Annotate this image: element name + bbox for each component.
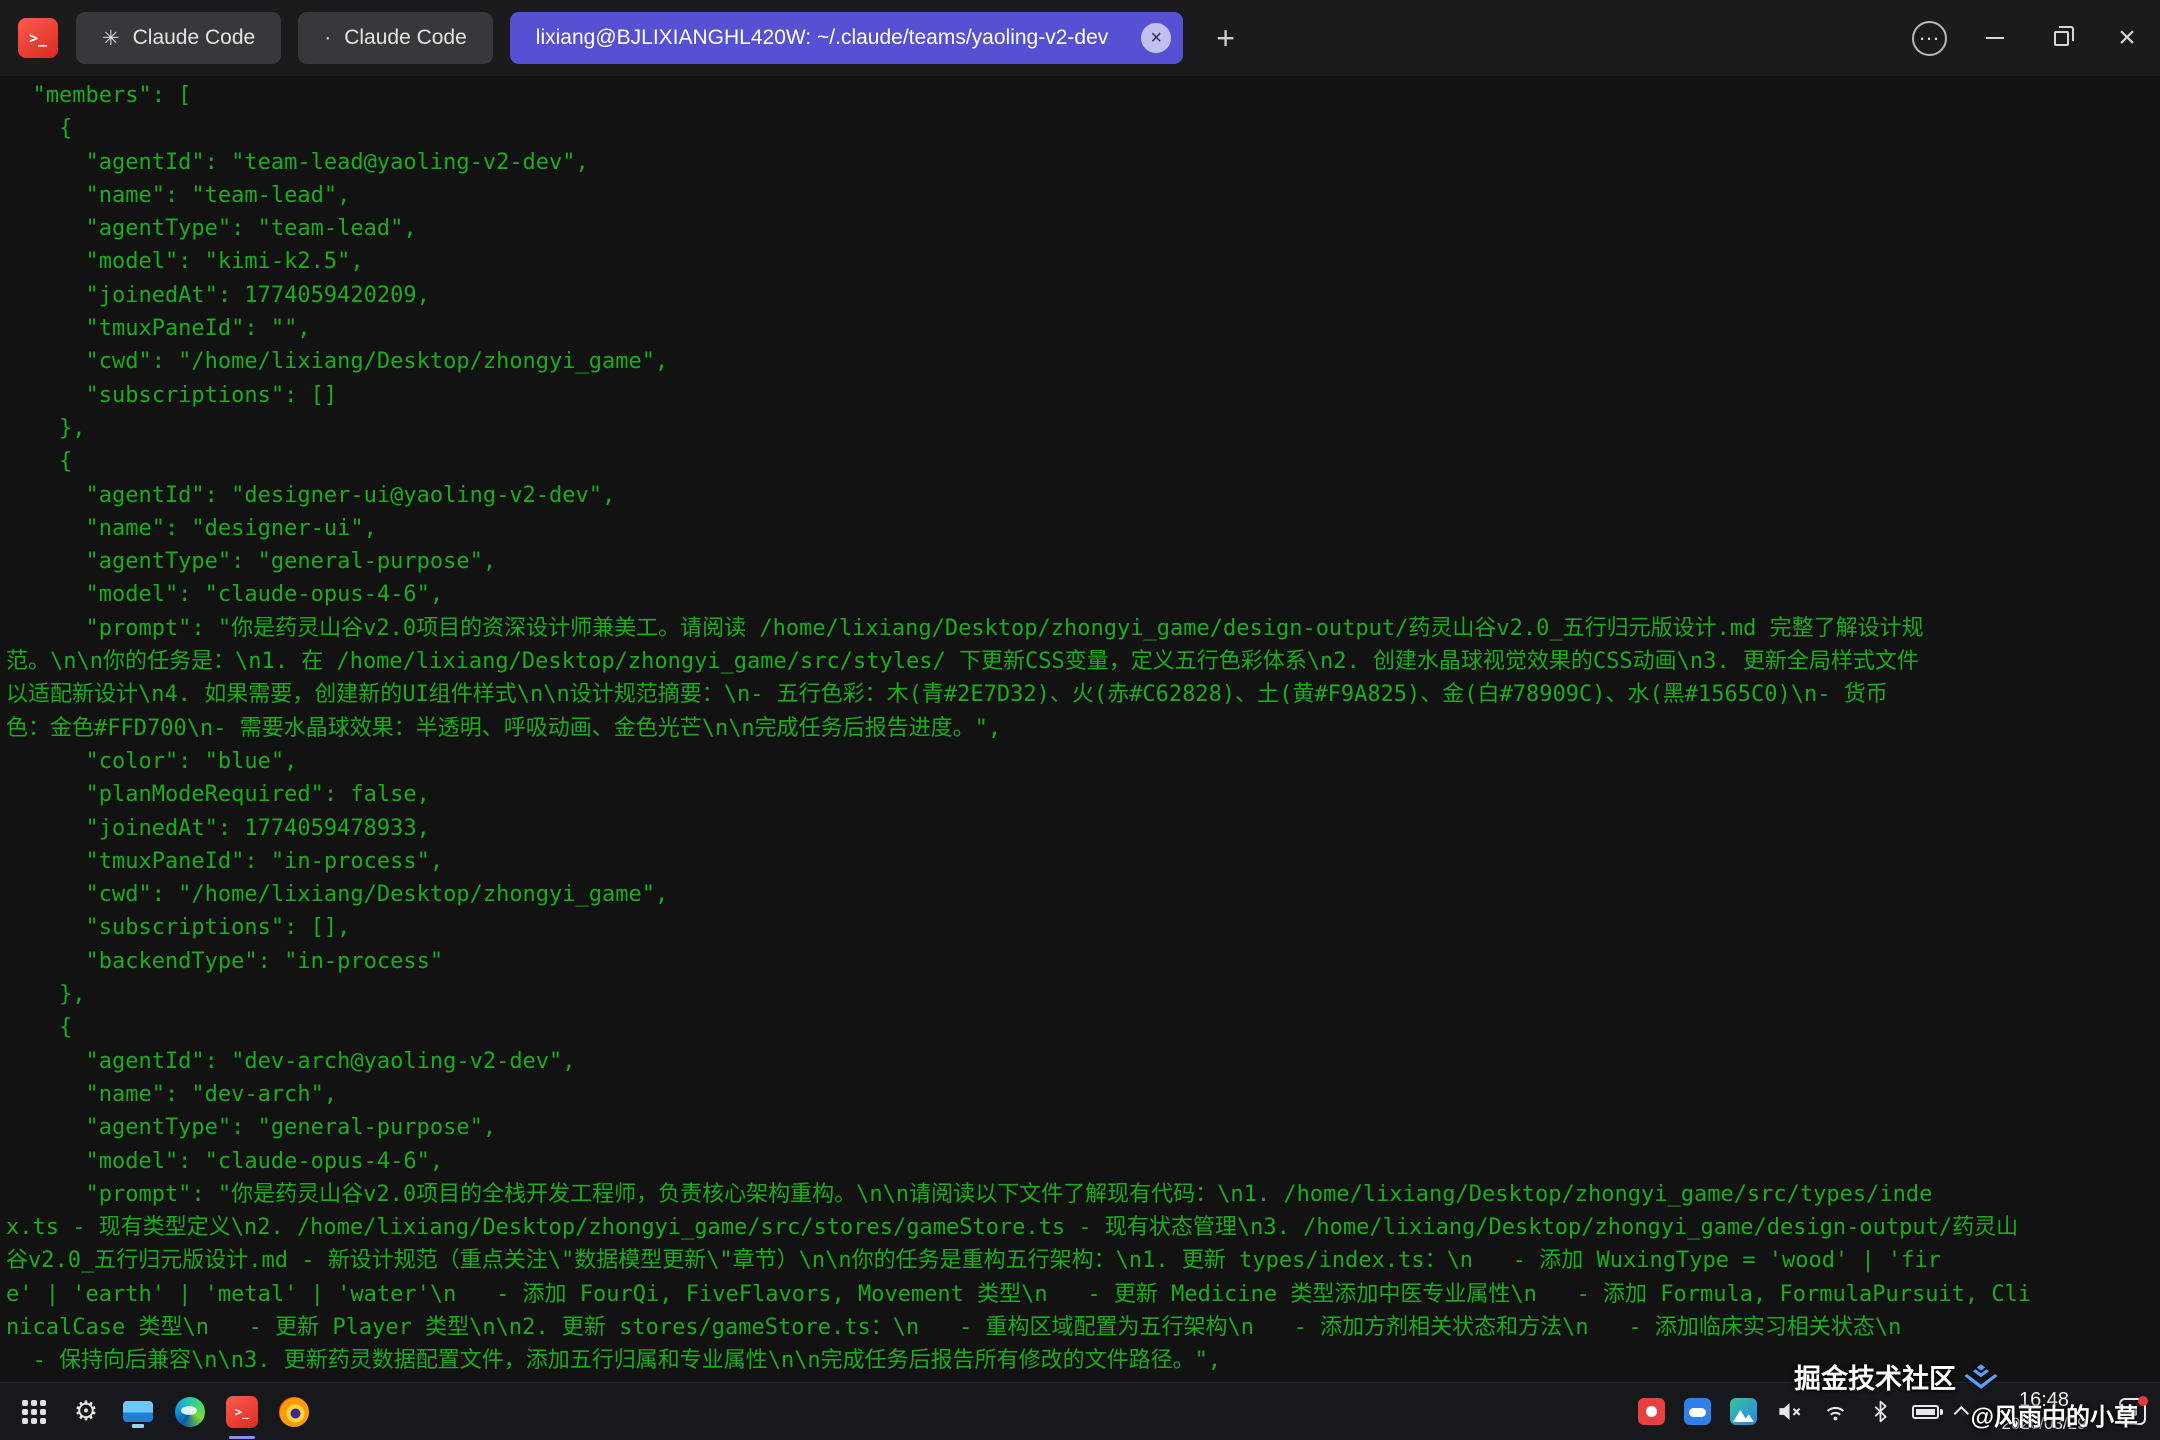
bluetooth-icon[interactable]	[1868, 1399, 1893, 1424]
terminal-line: "prompt": "你是药灵山谷v2.0项目的全栈开发工程师，负责核心架构重构…	[6, 1178, 2160, 1211]
terminal-line: x.ts - 现有类型定义\n2. /home/lixiang/Desktop/…	[6, 1211, 2160, 1244]
file-explorer-button[interactable]	[112, 1383, 164, 1440]
minimize-button[interactable]	[1962, 0, 2028, 76]
terminal-line: "subscriptions": [],	[6, 911, 2160, 944]
busy-asterisk-icon: ✳	[102, 26, 120, 51]
window-controls: … ×	[1896, 0, 2160, 76]
edge-browser-button[interactable]	[164, 1383, 216, 1440]
tab-ssh-session-active[interactable]: lixiang@BJLIXIANGHL420W: ~/.claude/teams…	[510, 12, 1183, 64]
taskbar-clock[interactable]: 16:48 2026/03/29	[1988, 1388, 2100, 1434]
terminal-app-icon: >_	[226, 1396, 258, 1428]
settings-button[interactable]: ⚙	[60, 1383, 112, 1440]
terminal-line: "prompt": "你是药灵山谷v2.0项目的资深设计师兼美工。请阅读 /ho…	[6, 612, 2160, 645]
red-app-icon[interactable]	[1638, 1398, 1665, 1425]
app-grid-button[interactable]	[8, 1383, 60, 1440]
firefox-browser-button[interactable]	[268, 1383, 320, 1440]
clock-time: 16:48	[1988, 1388, 2100, 1413]
taskbar: ⚙ >_	[0, 1382, 2160, 1440]
terminal-line: 以适配新设计\n4. 如果需要，创建新的UI组件样式\n\n设计规范摘要：\n-…	[6, 678, 2160, 711]
tab-close-icon[interactable]: ×	[1141, 23, 1171, 53]
more-options-button[interactable]: …	[1896, 0, 1962, 76]
terminal-line: "tmuxPaneId": "",	[6, 312, 2160, 345]
cloud-app-icon[interactable]	[1684, 1398, 1711, 1425]
terminal-line: "model": "claude-opus-4-6",	[6, 1145, 2160, 1178]
terminal-line: "joinedAt": 1774059420209,	[6, 279, 2160, 312]
terminal-line: {	[6, 1011, 2160, 1044]
terminal-line: 范。\n\n你的任务是：\n1. 在 /home/lixiang/Desktop…	[6, 645, 2160, 678]
terminal-line: "planModeRequired": false,	[6, 778, 2160, 811]
terminal-line: "tmuxPaneId": "in-process",	[6, 845, 2160, 878]
terminal-line: "agentId": "dev-arch@yaoling-v2-dev",	[6, 1045, 2160, 1078]
tab-label: lixiang@BJLIXIANGHL420W: ~/.claude/teams…	[536, 26, 1108, 50]
terminal-line: 色：金色#FFD700\n- 需要水晶球效果：半透明、呼吸动画、金色光芒\n\n…	[6, 712, 2160, 745]
hidden-icons-chevron-icon[interactable]	[1954, 1406, 1970, 1422]
new-tab-button[interactable]: +	[1204, 22, 1247, 54]
terminal-line: "agentType": "team-lead",	[6, 212, 2160, 245]
wifi-icon[interactable]	[1822, 1398, 1849, 1425]
terminal-line: "agentId": "designer-ui@yaoling-v2-dev",	[6, 479, 2160, 512]
terminal-line: "name": "team-lead",	[6, 179, 2160, 212]
terminal-line: "cwd": "/home/lixiang/Desktop/zhongyi_ga…	[6, 345, 2160, 378]
desktop: >_ ✳ Claude Code · Claude Code lixiang@B…	[0, 0, 2160, 1440]
battery-icon[interactable]	[1912, 1405, 1939, 1419]
terminal-line: 谷v2.0_五行归元版设计.md - 新设计规范（重点关注\"数据模型更新\"章…	[6, 1244, 2160, 1277]
maximize-button[interactable]	[2028, 0, 2094, 76]
dot-icon: ·	[324, 26, 331, 50]
terminal-line: "model": "kimi-k2.5",	[6, 245, 2160, 278]
system-tray: 16:48 2026/03/29	[1638, 1388, 2160, 1434]
terminal-line: "joinedAt": 1774059478933,	[6, 812, 2160, 845]
app-grid-icon	[22, 1400, 46, 1424]
terminal-line: nicalCase 类型\n - 更新 Player 类型\n\n2. 更新 s…	[6, 1311, 2160, 1344]
terminal-line: "agentId": "team-lead@yaoling-v2-dev",	[6, 146, 2160, 179]
tab-claude-code-2[interactable]: · Claude Code	[298, 12, 493, 64]
close-button[interactable]: ×	[2094, 0, 2160, 76]
terminal-line: "agentType": "general-purpose",	[6, 1111, 2160, 1144]
terminal-line: {	[6, 445, 2160, 478]
terminal-line: "backendType": "in-process"	[6, 945, 2160, 978]
tab-claude-code-1[interactable]: ✳ Claude Code	[76, 12, 281, 64]
terminal-line: "model": "claude-opus-4-6",	[6, 578, 2160, 611]
terminal-line: },	[6, 412, 2160, 445]
close-icon: ×	[2118, 23, 2136, 53]
terminal-line: "members": [	[6, 79, 2160, 112]
terminal-line: - 保持向后兼容\n\n3. 更新药灵数据配置文件，添加五行归属和专业属性\n\…	[6, 1344, 2160, 1377]
volume-muted-icon[interactable]	[1776, 1398, 1803, 1425]
photos-app-icon[interactable]	[1730, 1398, 1757, 1425]
minimize-icon	[1986, 37, 2004, 39]
terminal-line: "subscriptions": []	[6, 379, 2160, 412]
edge-browser-icon	[175, 1397, 205, 1427]
terminal-output[interactable]: "members": [ { "agentId": "team-lead@yao…	[0, 76, 2160, 1382]
terminal-line: "agentType": "general-purpose",	[6, 545, 2160, 578]
settings-gear-icon: ⚙	[74, 1398, 98, 1425]
clock-date: 2026/03/29	[1988, 1413, 2100, 1434]
tab-label: Claude Code	[344, 26, 467, 50]
terminal-line: },	[6, 978, 2160, 1011]
tab-label: Claude Code	[133, 26, 256, 50]
restore-icon	[2054, 31, 2069, 46]
terminal-line: "name": "designer-ui",	[6, 512, 2160, 545]
terminal-app-icon: >_	[18, 18, 58, 58]
input-method-icon[interactable]	[2119, 1398, 2146, 1425]
taskbar-dock: ⚙ >_	[0, 1383, 320, 1440]
terminal-prompt-glyph: >_	[29, 29, 47, 47]
terminal-taskbar-button[interactable]: >_	[216, 1383, 268, 1440]
terminal-line: {	[6, 112, 2160, 145]
terminal-line: "color": "blue",	[6, 745, 2160, 778]
terminal-line: e' | 'earth' | 'metal' | 'water'\n - 添加 …	[6, 1278, 2160, 1311]
firefox-browser-icon	[279, 1397, 309, 1427]
terminal-line: "cwd": "/home/lixiang/Desktop/zhongyi_ga…	[6, 878, 2160, 911]
terminal-line: "name": "dev-arch",	[6, 1078, 2160, 1111]
terminal-titlebar: >_ ✳ Claude Code · Claude Code lixiang@B…	[0, 0, 2160, 76]
ellipsis-icon: …	[1912, 21, 1947, 56]
computer-icon	[123, 1401, 153, 1422]
